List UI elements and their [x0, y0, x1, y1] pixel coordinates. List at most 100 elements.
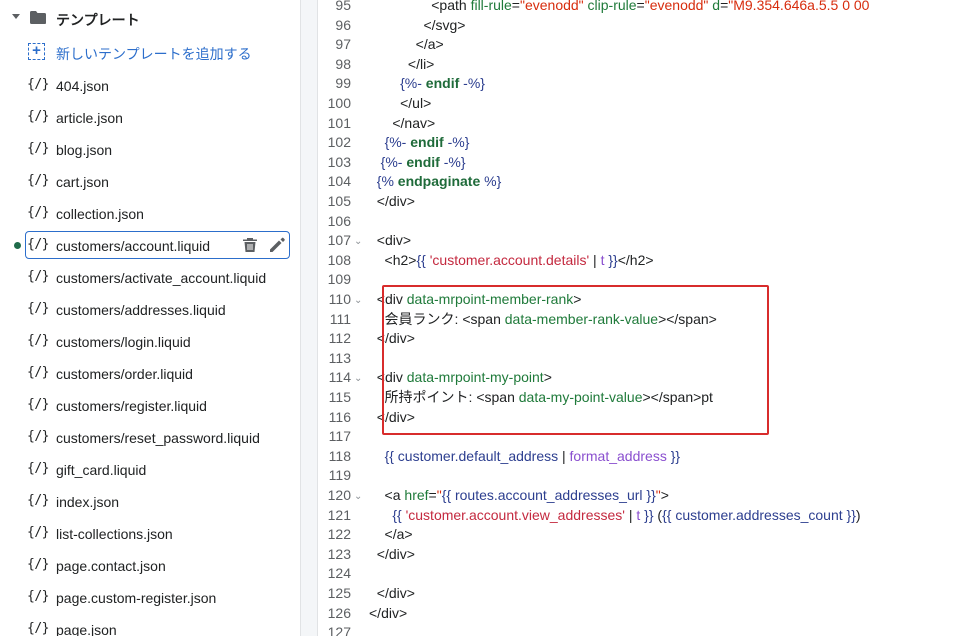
code-line[interactable]: 108 <h2>{{ 'customer.account.details' | … [301, 250, 955, 270]
line-number: 111 [329, 310, 351, 327]
file-label[interactable]: page.contact.json [56, 558, 166, 574]
code-token: </div> [369, 585, 415, 601]
file-label[interactable]: 404.json [56, 78, 109, 94]
liquid-file-icon: {/} [27, 77, 49, 92]
code-line[interactable]: 105 </div> [301, 191, 955, 211]
code-line[interactable]: 101 </nav> [301, 113, 955, 133]
code-line[interactable]: 99 {%- endif -%} [301, 73, 955, 93]
code-line[interactable]: 107 ⌄ <div> [301, 230, 955, 250]
code-line[interactable]: 124 [301, 563, 955, 583]
code-line[interactable]: 121 {{ 'customer.account.view_addresses'… [301, 505, 955, 525]
code-text: <path fill-rule="evenodd" clip-rule="eve… [369, 0, 869, 15]
file-item[interactable]: {/} customers/account.liquid [0, 230, 300, 262]
pencil-icon[interactable] [268, 236, 286, 254]
file-label[interactable]: customers/addresses.liquid [56, 302, 226, 318]
file-item[interactable]: {/} blog.json [0, 134, 300, 166]
caret-down-icon[interactable] [12, 14, 20, 19]
file-label[interactable]: customers/account.liquid [56, 238, 210, 254]
liquid-file-icon: {/} [27, 365, 49, 380]
file-label[interactable]: customers/order.liquid [56, 366, 193, 382]
code-line[interactable]: 98 </li> [301, 54, 955, 74]
line-number: 108 [327, 251, 351, 268]
line-number: 95 [335, 0, 351, 13]
code-line[interactable]: 97 </a> [301, 34, 955, 54]
file-item[interactable]: {/} 404.json [0, 70, 300, 102]
file-label[interactable]: customers/activate_account.liquid [56, 270, 266, 286]
templates-folder[interactable]: テンプレート [0, 4, 300, 32]
file-item[interactable]: {/} customers/reset_password.liquid [0, 422, 300, 454]
file-item[interactable]: {/} page.custom-register.json [0, 582, 300, 614]
code-token: </a> [369, 526, 413, 543]
file-item[interactable]: {/} customers/order.liquid [0, 358, 300, 390]
file-label[interactable]: page.custom-register.json [56, 590, 216, 606]
code-text: </div> [369, 603, 407, 623]
code-line[interactable]: 103 {%- endif -%} [301, 152, 955, 172]
code-line[interactable]: 120 ⌄ <a href="{{ routes.account_addresse… [301, 485, 955, 505]
file-item[interactable]: {/} index.json [0, 486, 300, 518]
file-item[interactable]: {/} customers/addresses.liquid [0, 294, 300, 326]
code-line[interactable]: 126 </div> [301, 603, 955, 623]
code-line[interactable]: 122 </a> [301, 524, 955, 544]
folder-label: テンプレート [56, 12, 140, 28]
code-text: {{ 'customer.account.view_addresses' | t… [369, 505, 860, 525]
code-line[interactable]: 119 [301, 465, 955, 485]
code-token: ( [653, 506, 663, 523]
trash-icon[interactable] [241, 236, 259, 254]
add-template-label[interactable]: 新しいテンプレートを追加する [56, 44, 252, 64]
file-item[interactable]: {/} gift_card.liquid [0, 454, 300, 486]
liquid-file-icon: {/} [27, 173, 49, 188]
code-token: d [712, 0, 721, 13]
code-line[interactable]: 106 [301, 211, 955, 231]
code-token: <div> [369, 232, 412, 249]
code-line[interactable]: 96 </svg> [301, 15, 955, 35]
code-token: endpaginate [393, 173, 485, 190]
liquid-file-icon: {/} [27, 237, 49, 252]
code-token: -%} [447, 134, 470, 151]
code-token: </nav> [369, 114, 436, 131]
file-label[interactable]: customers/register.liquid [56, 398, 207, 414]
file-item[interactable]: {/} customers/register.liquid [0, 390, 300, 422]
liquid-file-icon: {/} [27, 205, 49, 220]
code-line[interactable]: 100 </ul> [301, 93, 955, 113]
file-label[interactable]: collection.json [56, 206, 144, 222]
file-item[interactable]: {/} customers/activate_account.liquid [0, 262, 300, 294]
file-label[interactable]: blog.json [56, 142, 112, 158]
file-label[interactable]: gift_card.liquid [56, 462, 146, 478]
code-line[interactable]: 123 </div> [301, 544, 955, 564]
file-item[interactable]: {/} article.json [0, 102, 300, 134]
code-text: <div> [369, 230, 411, 250]
code-line[interactable]: 127 [301, 622, 955, 636]
add-template-link[interactable]: + 新しいテンプレートを追加する [0, 38, 300, 66]
code-line[interactable]: 125 </div> [301, 583, 955, 603]
code-line[interactable]: 95 <path fill-rule="evenodd" clip-rule="… [301, 0, 955, 15]
code-text: </li> [369, 54, 434, 74]
file-item[interactable]: {/} customers/login.liquid [0, 326, 300, 358]
code-token: format_address [569, 447, 667, 464]
code-line[interactable]: 104 {% endpaginate %} [301, 171, 955, 191]
code-line[interactable]: 118 {{ customer.default_address | format… [301, 446, 955, 466]
liquid-file-icon: {/} [27, 397, 49, 412]
file-item[interactable]: {/} page.contact.json [0, 550, 300, 582]
file-label[interactable]: index.json [56, 494, 119, 510]
line-number: 117 [328, 428, 351, 445]
line-number: 125 [327, 585, 351, 601]
file-label[interactable]: page.json [56, 622, 117, 636]
file-label[interactable]: customers/login.liquid [56, 334, 191, 350]
code-editor[interactable]: 95 <path fill-rule="evenodd" clip-rule="… [301, 0, 955, 636]
file-item[interactable]: {/} collection.json [0, 198, 300, 230]
code-token: {{ customer.default_address [384, 447, 559, 464]
file-item[interactable]: {/} list-collections.json [0, 518, 300, 550]
file-label[interactable]: list-collections.json [56, 526, 173, 542]
line-number: 96 [335, 16, 351, 33]
line-number: 103 [327, 153, 351, 170]
file-label[interactable]: article.json [56, 110, 123, 126]
file-item[interactable]: {/} page.json [0, 614, 300, 636]
modified-dot-icon [14, 242, 21, 249]
code-token: {{ routes.account_addresses_url }} [441, 487, 656, 503]
code-text: </div> [369, 544, 415, 564]
file-label[interactable]: cart.json [56, 174, 109, 190]
code-line[interactable]: 102 {%- endif -%} [301, 132, 955, 152]
file-label[interactable]: customers/reset_password.liquid [56, 430, 260, 446]
file-item[interactable]: {/} cart.json [0, 166, 300, 198]
